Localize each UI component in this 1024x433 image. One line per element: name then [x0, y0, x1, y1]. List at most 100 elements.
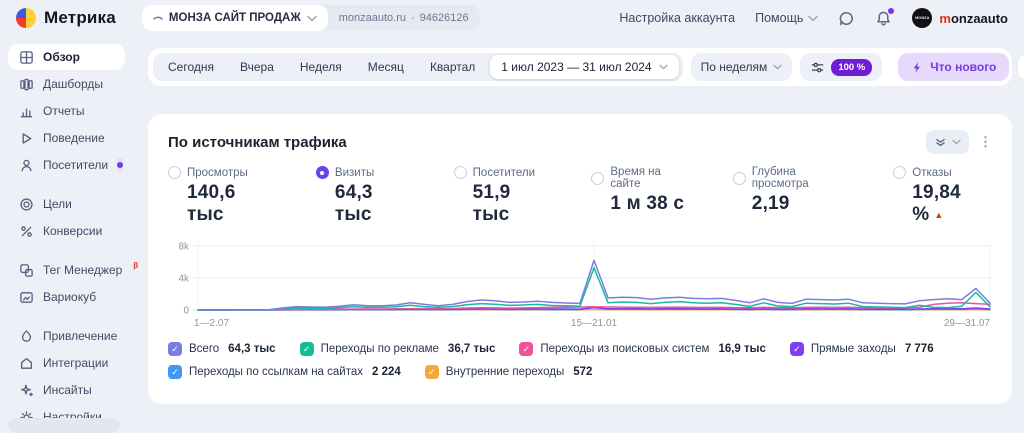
sidebar-item-overview[interactable]: Обзор — [8, 44, 125, 70]
add-widget-button[interactable]: Добавить — [1017, 53, 1024, 81]
sidebar-item-conversions[interactable]: Конверсии — [8, 218, 125, 244]
period-tab[interactable]: Месяц — [355, 53, 417, 81]
chevron-down-icon — [773, 64, 782, 70]
legend-item[interactable]: ✓ Всего 64,3 тыс — [168, 342, 276, 356]
metric-radio-row[interactable]: Глубина просмотра — [732, 166, 849, 190]
legend-item[interactable]: ✓ Переходы по ссылкам на сайтах 2 224 — [168, 365, 401, 379]
svg-text:0: 0 — [183, 306, 189, 317]
sidebar-item-goals[interactable]: Цели — [8, 191, 125, 217]
svg-text:8k: 8k — [178, 242, 190, 253]
metric-radio[interactable] — [453, 166, 467, 179]
account-settings-link[interactable]: Настройка аккаунта — [619, 11, 735, 25]
legend-checkbox[interactable]: ✓ — [789, 342, 804, 356]
metric-radio[interactable] — [315, 166, 329, 179]
metric-tabs: Просмотры 140,6 тыс Визиты 64,3 тыс Посетите… — [168, 166, 992, 226]
sidebar-item-variocube[interactable]: Вариокуб — [8, 284, 125, 310]
legend-checkbox[interactable]: ✓ — [519, 342, 534, 356]
overview-icon — [19, 50, 34, 65]
metric-tab[interactable]: Просмотры 140,6 тыс — [168, 166, 272, 226]
counter-dropdown[interactable]: МОНЗА САЙТ ПРОДАЖ — [141, 5, 328, 31]
attraction-icon — [19, 329, 34, 344]
legend-item[interactable]: ✓ Прямые заходы 7 776 — [789, 342, 934, 356]
sidebar-item-insights[interactable]: Инсайты — [8, 377, 125, 403]
sidebar-item-tag-manager[interactable]: Тег Менеджер β — [8, 257, 138, 283]
metric-radio-row[interactable]: Просмотры — [168, 166, 272, 179]
metric-tab[interactable]: Глубина просмотра 2,19 — [732, 166, 849, 226]
metric-radio[interactable] — [168, 166, 181, 179]
metric-radio-row[interactable]: Визиты — [315, 166, 410, 179]
sidebar-item-label: Поведение — [43, 131, 105, 145]
legend-item[interactable]: ✓ Внутренние переходы 572 — [424, 365, 592, 379]
card-header: По источникам трафика ⋮ — [168, 130, 992, 154]
date-range-picker[interactable]: 1 июл 2023 — 31 июл 2024 — [490, 55, 679, 79]
svg-text:4k: 4k — [178, 274, 190, 285]
dashboards-icon — [19, 77, 34, 92]
metric-label: Просмотры — [187, 166, 248, 179]
chart-settings-button[interactable] — [926, 130, 969, 154]
metric-radio-row[interactable]: Время на сайте — [591, 166, 688, 190]
counter-selector: МОНЗА САЙТ ПРОДАЖ monzaauto.ru · 9462612… — [141, 5, 480, 31]
metric-radio-row[interactable]: Отказы — [893, 166, 992, 179]
period-tab[interactable]: Сегодня — [155, 53, 227, 81]
metric-value: 19,84 % ▲ — [912, 182, 961, 225]
sidebar-item-label: Посетители — [43, 158, 109, 172]
date-range-value: 1 июл 2023 — 31 июл 2024 — [501, 60, 652, 74]
sampling-control[interactable]: 100 % — [800, 53, 883, 81]
period-tab[interactable]: Квартал — [417, 53, 488, 81]
lightning-icon — [911, 61, 924, 74]
legend-item[interactable]: ✓ Переходы по рекламе 36,7 тыс — [299, 342, 495, 356]
card-kebab-menu[interactable]: ⋮ — [979, 134, 992, 150]
goals-icon — [19, 197, 34, 212]
sidebar-item-label: Отчеты — [43, 104, 85, 118]
legend-checkbox[interactable]: ✓ — [168, 365, 182, 379]
help-menu[interactable]: Помощь — [755, 11, 819, 25]
counter-separator: · — [411, 12, 415, 24]
user-menu[interactable]: MONZA monzaauto — [912, 8, 1008, 28]
conversions-icon — [19, 224, 34, 239]
notification-dot — [888, 7, 895, 14]
sidebar-item-label: Интеграции — [43, 356, 109, 370]
traffic-line-chart[interactable]: 0 4k 8k 1—2.07 15—21.01 29—31.07 — [168, 234, 992, 334]
sidebar-item-visitors[interactable]: Посетители — [8, 152, 125, 178]
sidebar-item-integrations[interactable]: Интеграции — [8, 350, 125, 376]
metric-radio[interactable] — [732, 171, 746, 185]
granularity-dropdown[interactable]: По неделям — [690, 53, 793, 81]
behavior-icon — [19, 131, 34, 146]
legend-checkbox[interactable]: ✓ — [299, 342, 314, 356]
avatar: MONZA — [912, 8, 933, 28]
metric-radio[interactable] — [591, 171, 605, 185]
main-content: Сегодня Вчера Неделя Месяц Квартал 1 июл 202… — [133, 36, 1024, 426]
chevron-down-icon — [808, 15, 819, 22]
legend-label: Переходы из поисковых систем — [540, 343, 710, 355]
metric-tab[interactable]: Визиты 64,3 тыс — [315, 166, 410, 226]
whats-new-button[interactable]: Что нового — [898, 53, 1010, 81]
legend-item[interactable]: ✓ Переходы из поисковых систем 16,9 тыс — [519, 342, 766, 356]
sidebar-item-dashboards[interactable]: Дашборды — [8, 71, 125, 97]
metric-radio-row[interactable]: Посетители — [453, 166, 548, 179]
sidebar-item-label: Обзор — [43, 50, 80, 64]
metric-value: 1 м 38 с — [610, 193, 685, 214]
metric-tab[interactable]: Отказы 19,84 % ▲ — [893, 166, 992, 226]
sidebar-item-reports[interactable]: Отчеты — [8, 98, 125, 124]
tag-manager-icon — [19, 263, 34, 278]
period-tab[interactable]: Неделя — [287, 53, 355, 81]
svg-text:15—21.01: 15—21.01 — [571, 318, 618, 329]
metric-tab[interactable]: Посетители 51,9 тыс — [453, 166, 548, 226]
chat-icon[interactable] — [838, 10, 855, 27]
legend-checkbox[interactable]: ✓ — [424, 365, 439, 379]
sidebar-item-attraction[interactable]: Привлечение — [8, 323, 125, 349]
legend-checkbox[interactable]: ✓ — [168, 342, 182, 356]
new-dot-badge — [117, 158, 124, 172]
top-header: Метрика МОНЗА САЙТ ПРОДАЖ monzaauto.ru ·… — [0, 0, 1024, 36]
notifications-bell-icon[interactable] — [875, 7, 895, 27]
metric-tab[interactable]: Время на сайте 1 м 38 с — [591, 166, 688, 226]
integrations-icon — [19, 356, 34, 371]
counter-meta[interactable]: monzaauto.ru · 94626126 — [328, 5, 480, 31]
traffic-sources-card: По источникам трафика ⋮ Просмотры 140,6 т… — [148, 114, 1012, 404]
sidebar-nav: Обзор Дашборды Отчеты Поведение Посетители Це… — [0, 36, 138, 433]
sidebar-item-behavior[interactable]: Поведение — [8, 125, 125, 151]
metric-label: Время на сайте — [610, 166, 661, 190]
period-tab[interactable]: Вчера — [227, 53, 287, 81]
counter-name: МОНЗА САЙТ ПРОДАЖ — [168, 12, 301, 24]
metric-radio[interactable] — [893, 166, 907, 179]
